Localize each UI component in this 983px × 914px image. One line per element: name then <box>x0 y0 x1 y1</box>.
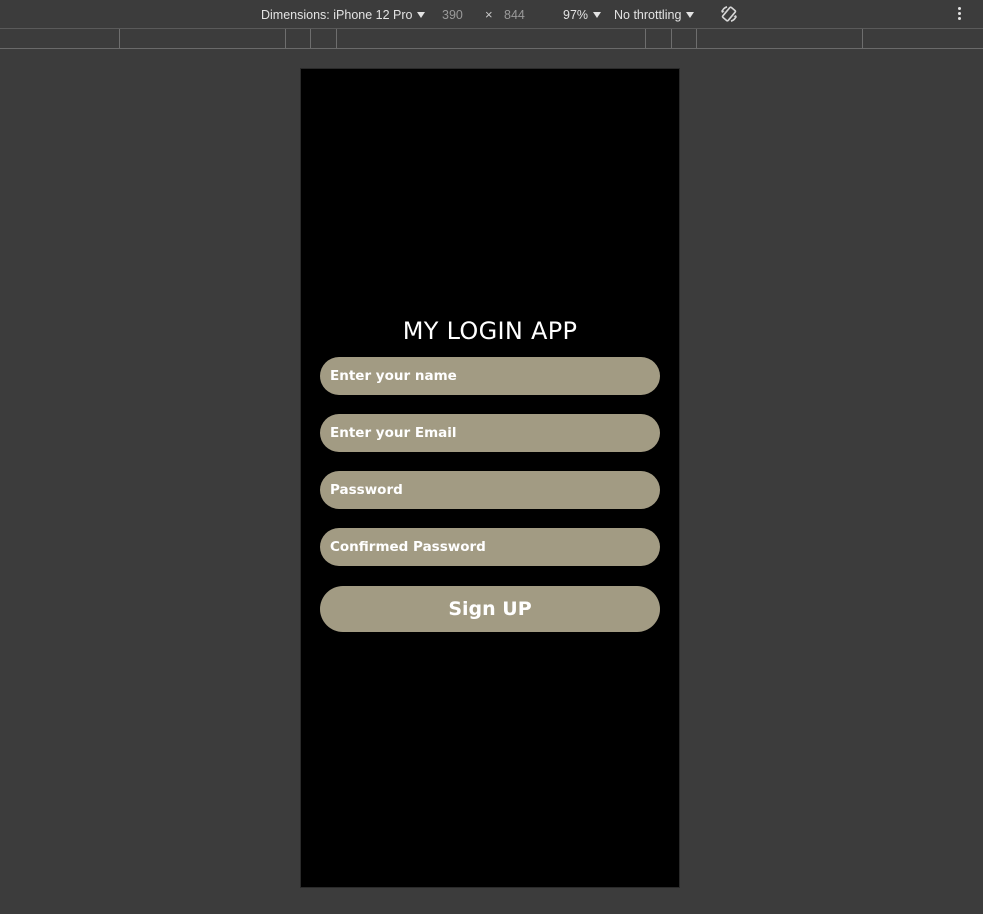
ruler-tick <box>696 29 697 48</box>
dimension-separator: × <box>485 7 493 22</box>
ruler-tick <box>119 29 120 48</box>
viewport-width-input[interactable]: 390 <box>442 0 463 28</box>
ruler-tick <box>645 29 646 48</box>
more-vertical-icon[interactable] <box>953 7 965 23</box>
chevron-down-icon <box>417 12 426 18</box>
zoom-dropdown[interactable]: 97% <box>563 0 602 28</box>
name-input[interactable] <box>320 357 660 395</box>
device-toolbar: Dimensions: iPhone 12 Pro 390 × 844 97% … <box>0 0 983 29</box>
rotate-icon[interactable] <box>719 4 739 24</box>
app-title: MY LOGIN APP <box>402 317 578 345</box>
media-query-ruler[interactable] <box>0 29 983 49</box>
device-dimensions-dropdown[interactable]: Dimensions: iPhone 12 Pro <box>261 0 426 28</box>
device-dimensions-label: Dimensions: iPhone 12 Pro <box>261 8 413 22</box>
ruler-tick <box>862 29 863 48</box>
throttling-label: No throttling <box>614 8 682 22</box>
ruler-tick <box>310 29 311 48</box>
ruler-tick <box>671 29 672 48</box>
email-input[interactable] <box>320 414 660 452</box>
ruler-tick <box>336 29 337 48</box>
viewport-height-input[interactable]: 844 <box>504 0 525 28</box>
throttling-dropdown[interactable]: No throttling <box>614 0 695 28</box>
device-screen: MY LOGIN APP Sign UP <box>301 69 679 887</box>
signup-button[interactable]: Sign UP <box>320 586 660 632</box>
chevron-down-icon <box>593 12 602 18</box>
zoom-label: 97% <box>563 8 589 22</box>
ruler-tick <box>285 29 286 48</box>
password-input[interactable] <box>320 471 660 509</box>
chevron-down-icon <box>686 12 695 18</box>
confirm-password-input[interactable] <box>320 528 660 566</box>
